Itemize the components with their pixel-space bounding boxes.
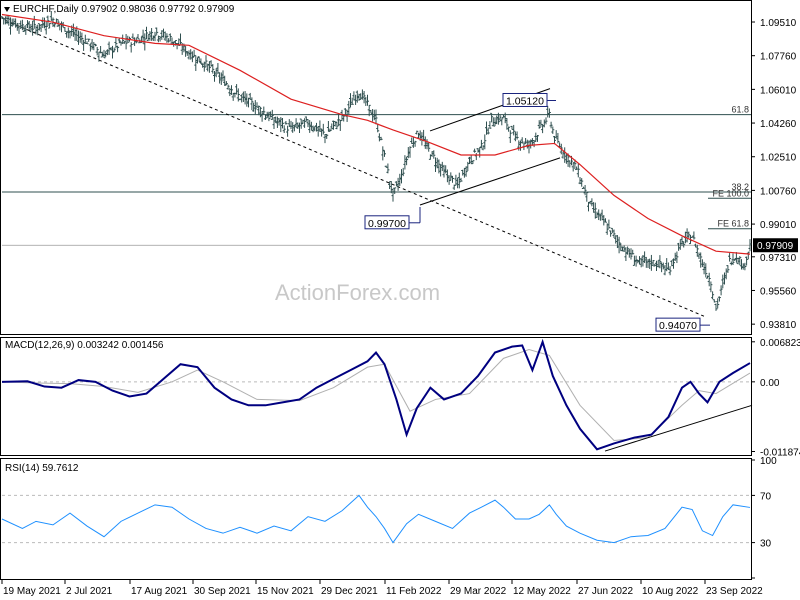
price-axis-label: 1.09510 — [760, 18, 797, 29]
fib-level-label: 61.8 — [731, 105, 749, 115]
x-axis-label: 2 Jul 2021 — [66, 586, 113, 597]
price-axis-label: 0.93810 — [760, 320, 797, 331]
main-header-text: EURCHF,Daily 0.97902 0.98036 0.97792 0.9… — [13, 4, 235, 15]
last-price-label: 0.97909 — [757, 241, 794, 252]
price-axis-label: 1.04260 — [760, 119, 797, 130]
x-axis-label: 29 Mar 2022 — [450, 586, 507, 597]
price-axis-label: 1.02510 — [760, 153, 797, 164]
price-axis-label: 1.07760 — [760, 52, 797, 63]
x-axis-label: 12 May 2022 — [513, 586, 571, 597]
x-axis-label: 30 Sep 2021 — [194, 586, 251, 597]
price-annotation-label: 0.94070 — [659, 320, 697, 332]
macd-axis-label: 0.006823 — [760, 338, 800, 349]
watermark: ActionForex.com — [275, 280, 440, 305]
rsi-panel — [0, 458, 752, 580]
price-annotation-label: 0.99700 — [368, 218, 406, 230]
x-axis-label: 29 Dec 2021 — [321, 586, 378, 597]
price-annotation-label: 1.05120 — [506, 95, 544, 107]
rsi-header-text: RSI(14) 59.7612 — [5, 463, 79, 474]
fib-level-label: FE 61.8 — [717, 219, 749, 229]
x-axis-label: 19 May 2021 — [3, 586, 61, 597]
x-axis-label: 11 Feb 2022 — [386, 586, 442, 597]
main-header: EURCHF,Daily 0.97902 0.98036 0.97792 0.9… — [4, 4, 235, 15]
price-axis-label: 0.97310 — [760, 253, 797, 264]
price-axis-label: 1.00760 — [760, 186, 797, 197]
x-axis-label: 23 Sep 2022 — [706, 586, 763, 597]
x-axis-label: 27 Jun 2022 — [578, 586, 633, 597]
x-axis-label: 10 Aug 2022 — [642, 586, 699, 597]
x-axis-label: 15 Nov 2021 — [257, 586, 314, 597]
x-axis-label: 17 Aug 2021 — [131, 586, 188, 597]
price-axis-label: 0.95560 — [760, 286, 797, 297]
macd-header-text: MACD(12,26,9) 0.003242 0.001456 — [5, 340, 164, 351]
chart-canvas: ActionForex.com 61.838.2FE 100.0FE 61.8 … — [0, 0, 800, 597]
rsi-axis-label: 70 — [760, 491, 772, 502]
rsi-axis-label: 30 — [760, 539, 772, 550]
price-axis-label: 0.99010 — [760, 220, 797, 231]
fib-level-label: FE 100.0 — [712, 188, 749, 198]
rsi-axis-label: 100 — [760, 456, 777, 467]
macd-axis-label: 0.00 — [760, 378, 780, 389]
price-axis-label: 1.06010 — [760, 85, 797, 96]
